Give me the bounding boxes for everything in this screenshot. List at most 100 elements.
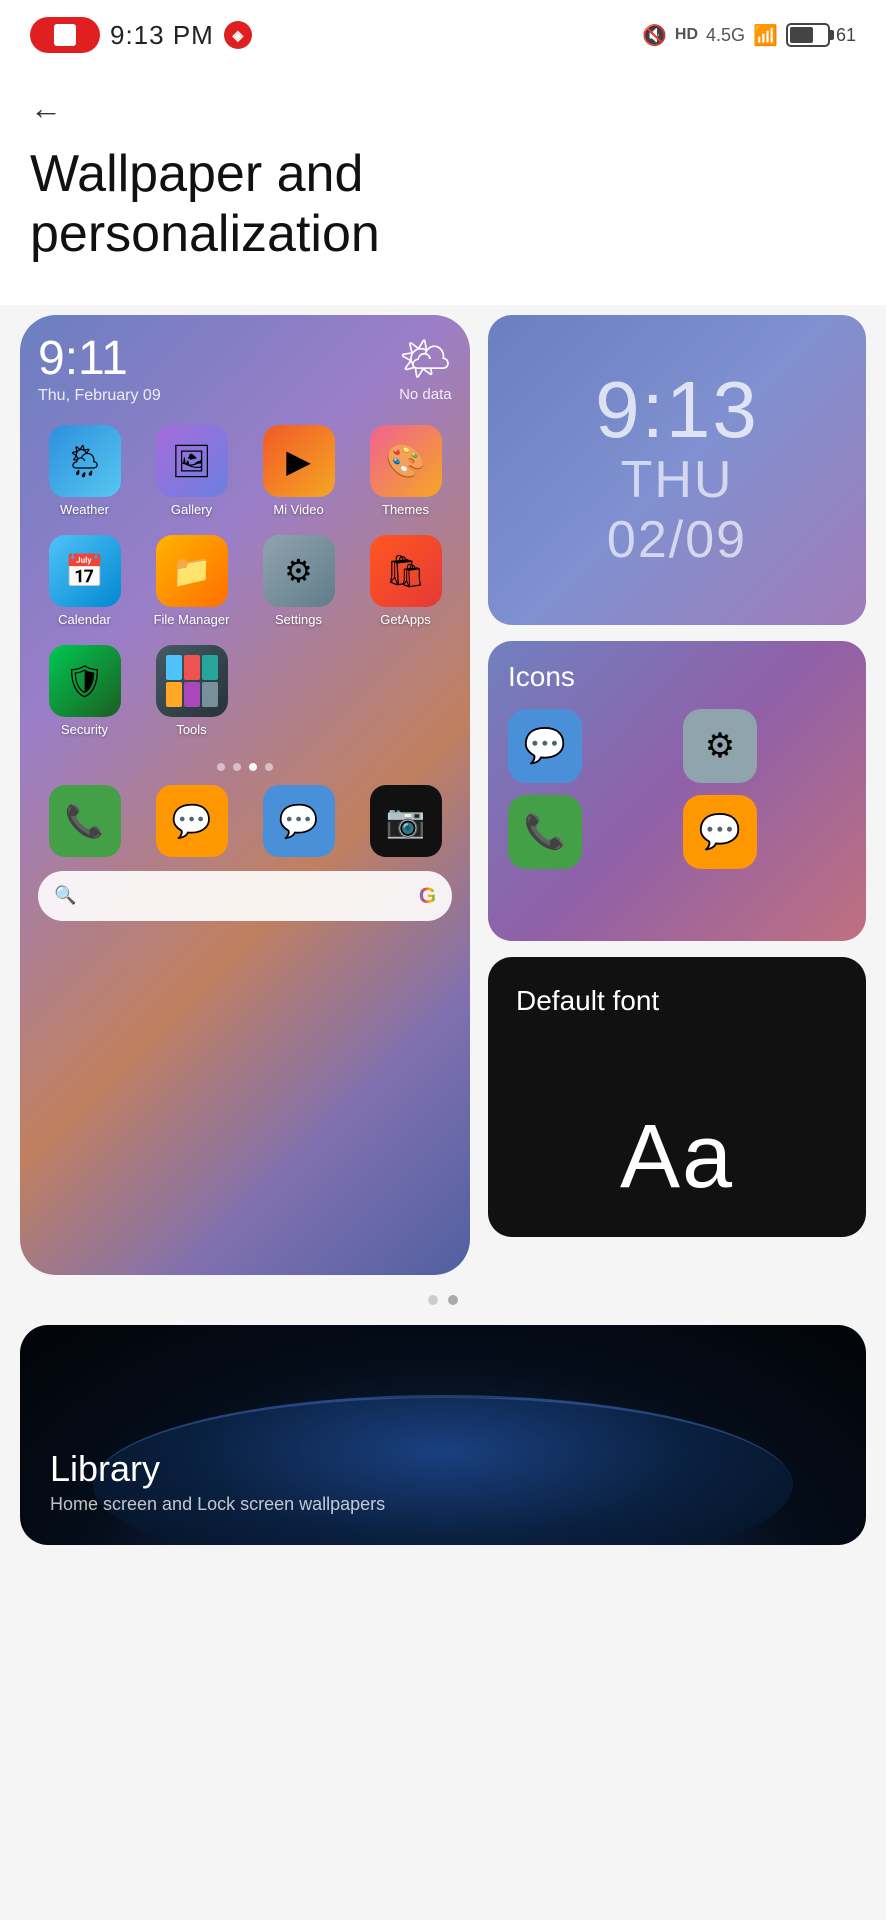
icons-card-title: Icons [508, 661, 846, 693]
clock-time: 9:13 [595, 370, 759, 450]
clock-date: 02/09 [607, 510, 747, 570]
app-icon-tools [156, 645, 228, 717]
dot-2 [233, 763, 241, 771]
tools-grid-icon [166, 655, 218, 707]
phone-time: 9:11 [38, 335, 161, 383]
tools-dot-2 [184, 655, 200, 680]
clock-day: THU [621, 450, 734, 510]
app-grid-row1: 🌦 Weather 🖼 Gallery ▶ Mi Video 🎨 Themes [38, 425, 452, 517]
font-card[interactable]: Default font Aa [488, 957, 866, 1237]
phone-weather: 🌤 No data [399, 335, 452, 403]
phone-mockup[interactable]: 9:11 Thu, February 09 🌤 No data 🌦 Weathe… [20, 315, 470, 1275]
preview-dot-1 [428, 1295, 438, 1305]
library-section[interactable]: Library Home screen and Lock screen wall… [20, 1325, 866, 1545]
tools-dot-3 [202, 655, 218, 680]
app-label-calendar: Calendar [58, 612, 111, 627]
dot-3 [249, 763, 257, 771]
icons-grid-chat: 💬 [683, 795, 757, 869]
library-content: Library Home screen and Lock screen wall… [50, 1448, 385, 1515]
app-label-weather: Weather [60, 502, 109, 517]
back-button[interactable]: ← [30, 90, 62, 127]
app-themes[interactable]: 🎨 Themes [359, 425, 452, 517]
phone-top-row: 9:11 Thu, February 09 🌤 No data [38, 335, 452, 405]
app-icon-calendar: 📅 [49, 535, 121, 607]
app-icon-mivideo: ▶ [263, 425, 335, 497]
app-tools[interactable]: Tools [145, 645, 238, 737]
app-security[interactable]: 🛡 Security [38, 645, 131, 737]
icons-card[interactable]: Icons 💬 ⚙ 📞 💬 [488, 641, 866, 941]
app-label-security: Security [61, 722, 108, 737]
phone-page-dots [38, 763, 452, 771]
bottom-app-dock: 📞 💬 💬 📷 [38, 785, 452, 857]
app-icon-themes: 🎨 [370, 425, 442, 497]
app-getapps[interactable]: 🛍 GetApps [359, 535, 452, 627]
app-label-getapps: GetApps [380, 612, 431, 627]
app-calendar[interactable]: 📅 Calendar [38, 535, 131, 627]
app-icon-getapps: 🛍 [370, 535, 442, 607]
dock-icon-chat: 💬 [263, 785, 335, 857]
status-bar: 9:13 PM ◈ 🔇 HD 4.5G 📶 61 [0, 0, 886, 70]
clock-card[interactable]: 9:13 THU 02/09 [488, 315, 866, 625]
app-label-gallery: Gallery [171, 502, 212, 517]
library-title: Library [50, 1448, 385, 1490]
icons-grid-messages: 💬 [508, 709, 582, 783]
dock-chat[interactable]: 💬 [252, 785, 345, 857]
dock-icon-phone: 📞 [49, 785, 121, 857]
hd-badge: HD [675, 26, 698, 44]
icons-grid: 💬 ⚙ 📞 💬 [508, 709, 846, 869]
signal-icon: 📶 [753, 23, 778, 48]
phone-date: Thu, February 09 [38, 387, 161, 405]
app-label-themes: Themes [382, 502, 429, 517]
library-background: Library Home screen and Lock screen wall… [20, 1325, 866, 1545]
phone-search-bar[interactable]: 🔍 G [38, 871, 452, 921]
phone-time-block: 9:11 Thu, February 09 [38, 335, 161, 405]
font-sample: Aa [620, 1106, 734, 1209]
main-content: 9:11 Thu, February 09 🌤 No data 🌦 Weathe… [0, 305, 886, 1575]
weather-icon: 🌤 [399, 335, 452, 384]
search-icon: 🔍 [54, 885, 76, 906]
icons-grid-settings: ⚙ [683, 709, 757, 783]
dock-messages[interactable]: 💬 [145, 785, 238, 857]
dot-1 [217, 763, 225, 771]
phone-inner: 9:11 Thu, February 09 🌤 No data 🌦 Weathe… [20, 315, 470, 1275]
status-time: 9:13 PM [110, 20, 214, 51]
dock-icon-camera: 📷 [370, 785, 442, 857]
tools-dot-4 [166, 682, 182, 707]
mute-icon: 🔇 [642, 23, 667, 48]
app-icon-security: 🛡 [49, 645, 121, 717]
app-label-mivideo: Mi Video [273, 502, 323, 517]
record-icon [54, 24, 76, 46]
google-icon: G [419, 883, 436, 909]
app-label-tools: Tools [176, 722, 206, 737]
tools-dot-5 [184, 682, 200, 707]
battery-tip [830, 30, 834, 40]
weather-text: No data [399, 386, 452, 403]
status-right: 🔇 HD 4.5G 📶 61 [642, 23, 856, 48]
tools-dot-1 [166, 655, 182, 680]
battery-fill [790, 27, 813, 43]
app-filemanager[interactable]: 📁 File Manager [145, 535, 238, 627]
icons-grid-phone: 📞 [508, 795, 582, 869]
battery-text: 61 [836, 25, 856, 46]
app-weather[interactable]: 🌦 Weather [38, 425, 131, 517]
battery-indicator [786, 23, 830, 47]
app-icon-weather: 🌦 [49, 425, 121, 497]
dock-phone[interactable]: 📞 [38, 785, 131, 857]
app-gallery[interactable]: 🖼 Gallery [145, 425, 238, 517]
app-icon-settings: ⚙ [263, 535, 335, 607]
miui-icon: ◈ [224, 21, 252, 49]
page-header: ← Wallpaper andpersonalization [0, 70, 886, 305]
network-icon: 4.5G [706, 25, 745, 46]
status-left: 9:13 PM ◈ [30, 17, 252, 53]
dock-camera[interactable]: 📷 [359, 785, 452, 857]
app-label-filemanager: File Manager [154, 612, 230, 627]
dot-4 [265, 763, 273, 771]
app-label-settings: Settings [275, 612, 322, 627]
app-icon-gallery: 🖼 [156, 425, 228, 497]
app-grid-row3: 🛡 Security [38, 645, 452, 737]
app-mivideo[interactable]: ▶ Mi Video [252, 425, 345, 517]
preview-dot-2 [448, 1295, 458, 1305]
record-button[interactable] [30, 17, 100, 53]
app-settings[interactable]: ⚙ Settings [252, 535, 345, 627]
dock-icon-messages: 💬 [156, 785, 228, 857]
